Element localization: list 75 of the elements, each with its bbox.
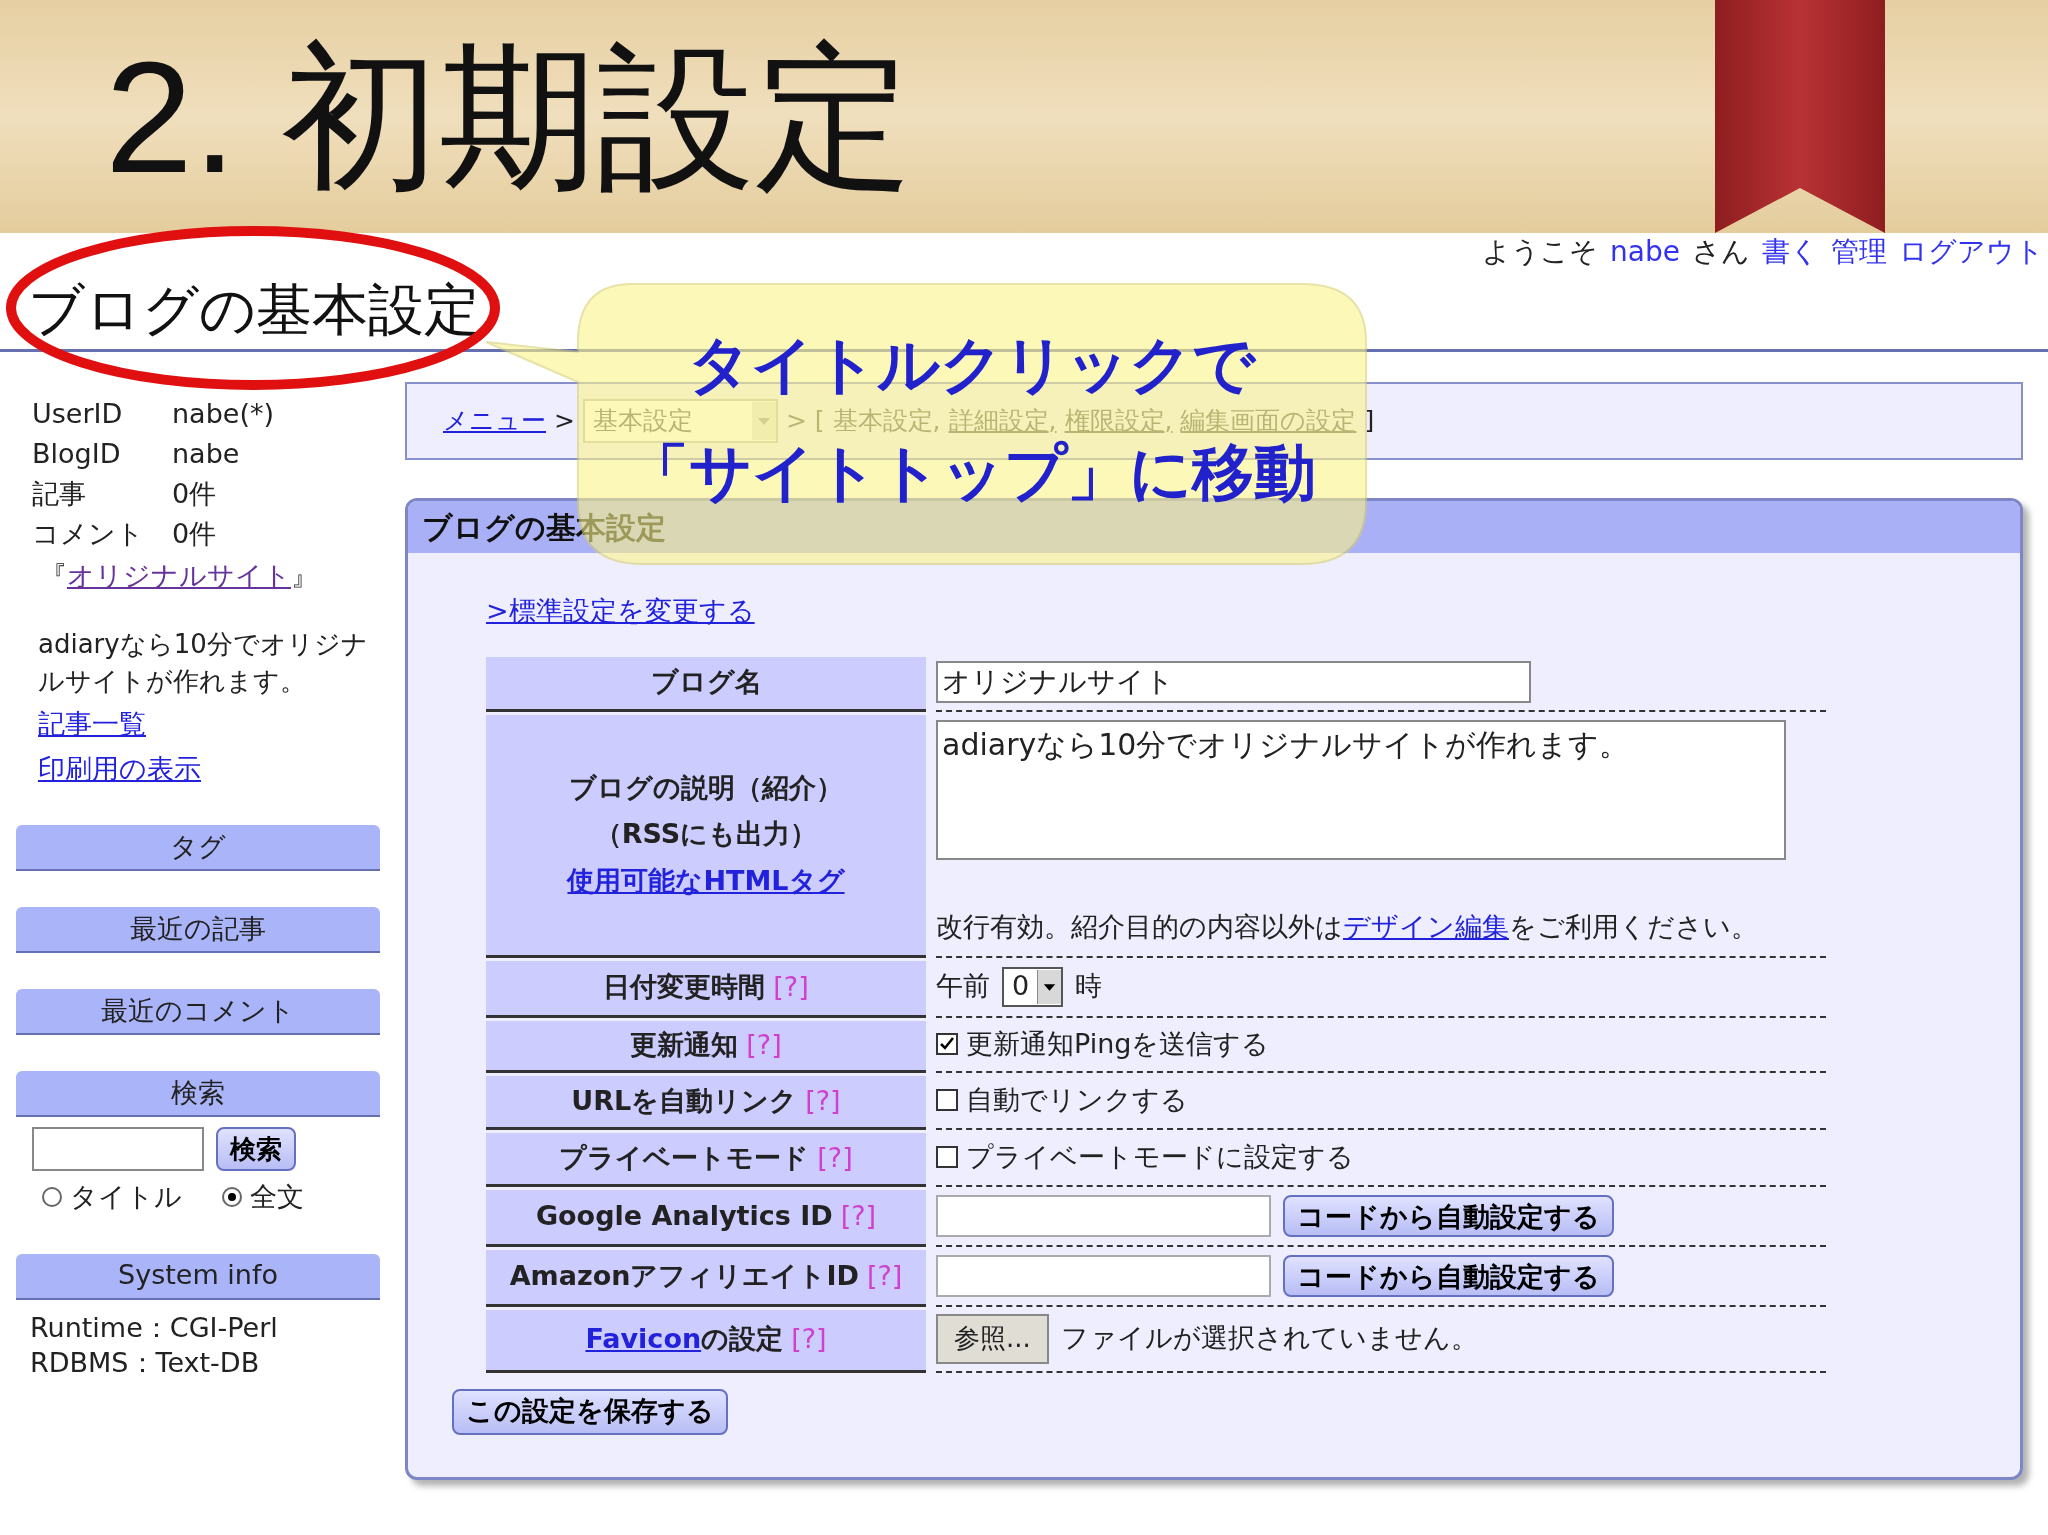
description-note: 改行有効。紹介目的の内容以外はデザイン編集をご利用ください。 [936,910,1759,944]
sidebar-section-header: 検索 [16,1071,380,1117]
breadcrumb-bracket: ] [1364,405,1375,438]
profile-value: nabe [172,436,240,471]
profile-label: コメント [32,516,145,551]
id-field[interactable] [936,1254,1271,1297]
hour-label: 時 [1075,969,1103,1004]
field-label: 日付変更時間 [603,970,766,1005]
welcome-suffix: さん [1692,234,1750,270]
sidebar-section-header[interactable]: 最近の記事 [16,907,380,953]
system-info-text: RDBMS：Text-DB [30,1345,261,1380]
checkbox-label: 自動でリンクする [966,1082,1188,1117]
description-field[interactable]: adiaryなら10分でオリジナルサイトが作れます。 [936,719,1786,860]
hour-select[interactable]: 0 [1002,966,1064,1007]
bracket-text: 』 [291,558,318,593]
file-status: ファイルが選択されていません。 [1060,1321,1478,1356]
slide-title: 2. 初期設定 [105,37,913,196]
sidebar-section-header[interactable]: 最近のコメント [16,989,380,1035]
breadcrumb-separator: > [ [785,405,825,438]
checkbox-label: 更新通知Pingを送信する [966,1026,1270,1061]
system-info-text: Runtime：CGI-Perl [30,1310,279,1345]
radio-button[interactable] [222,1187,242,1208]
checkbox[interactable] [936,1033,958,1055]
sidebar-section-header: System info [16,1253,380,1300]
top-link[interactable]: 管理 [1831,231,1887,273]
field-label: Google Analytics ID [535,1199,833,1234]
top-link[interactable]: ログアウト [1899,231,2044,273]
radio-label: 全文 [250,1180,304,1214]
breadcrumb-separator: > [554,405,575,438]
field-label: （RSSにも出力） [594,817,818,852]
field-label: プライベートモード [559,1140,810,1175]
blog-name-field[interactable]: オリジナルサイト [936,660,1531,703]
menu-link[interactable]: メニュー [443,402,546,440]
user-link[interactable]: nabe [1610,231,1680,273]
field-label: の設定 [701,1322,784,1357]
panel-title: ブログの基本設定 [422,508,666,547]
profile-label: 記事 [32,476,87,511]
change-defaults-link[interactable]: >標準設定を変更する [486,591,755,632]
id-field[interactable] [936,1194,1271,1237]
search-button[interactable]: 検索 [216,1127,296,1171]
save-button[interactable]: この設定を保存する [452,1388,728,1435]
top-link[interactable]: 書く [1762,231,1819,273]
am-label: 午前 [936,969,990,1004]
field-label: AmazonアフィリエイトID [509,1259,859,1294]
radio-button[interactable] [42,1187,62,1208]
site-link[interactable]: オリジナルサイト [67,555,291,597]
design-edit-link[interactable]: デザイン編集 [1343,911,1509,942]
sidebar-section-header[interactable]: タグ [16,825,380,871]
checkbox[interactable] [936,1089,958,1111]
profile-label: BlogID [32,436,122,471]
radio-label: タイトル [70,1180,182,1214]
bracket-text: 『 [40,558,67,593]
auto-set-button[interactable]: コードから自動設定する [1283,1194,1614,1237]
field-label: URLを自動リンク [571,1083,798,1118]
welcome-text: ようこそ [1482,234,1599,270]
sidebar-link[interactable]: 印刷用の表示 [32,748,201,789]
bookmark-ribbon-icon [1715,0,1885,233]
html-tags-link[interactable]: 使用可能なHTMLタグ [567,860,845,902]
search-field[interactable] [32,1127,204,1171]
field-label: ブログの説明（紹介） [569,770,843,805]
browse-button[interactable]: 参照... [936,1313,1049,1364]
field-label: 更新通知 [630,1027,739,1062]
blog-description: adiaryなら10分でオリジナルサイトが作れます。 [37,628,369,698]
favicon-link[interactable]: Favicon [585,1319,702,1360]
profile-value: nabe(*) [172,396,274,431]
field-label: ブログ名 [650,665,762,700]
profile-value: 0件 [172,476,217,511]
settings-text: 基本設定, [832,405,941,438]
sidebar-link[interactable]: 記事一覧 [32,704,146,745]
auto-set-button[interactable]: コードから自動設定する [1283,1254,1614,1297]
checkbox-label: プライベートモードに設定する [966,1139,1354,1174]
profile-label: UserID [32,396,124,431]
callout-text: タイトルクリックで [687,330,1255,400]
profile-value: 0件 [172,516,217,551]
checkbox[interactable] [936,1146,958,1168]
